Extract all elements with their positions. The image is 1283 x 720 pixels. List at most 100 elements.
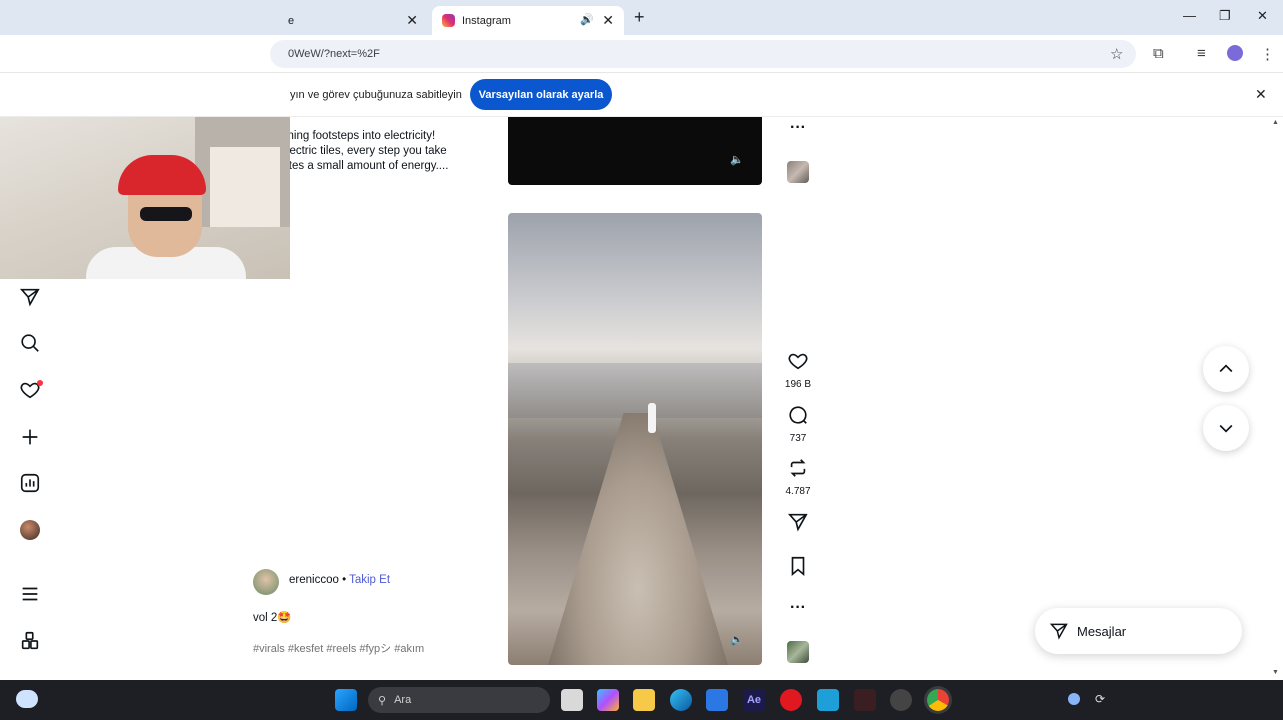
minimize-icon[interactable]: — — [1183, 8, 1196, 23]
close-icon[interactable]: ✕ — [1255, 86, 1267, 103]
reel-caption: vol 2🤩 — [253, 612, 292, 624]
webcam-overlay — [0, 117, 290, 279]
copilot-icon[interactable] — [597, 689, 619, 711]
share-button[interactable] — [784, 511, 812, 538]
menu-icon[interactable]: ⋮ — [1260, 45, 1275, 63]
reel-hashtags[interactable]: #virals #kesfet #reels #fypシ #akım — [253, 640, 424, 656]
repost-count: 4.787 — [785, 486, 811, 497]
taskbar-search[interactable]: ⚲ Ara — [368, 687, 550, 713]
comment-button[interactable]: 737 — [784, 404, 812, 444]
apps-grid-icon — [21, 631, 39, 650]
previous-reel-video[interactable]: 🔈 — [508, 117, 762, 185]
volume-icon[interactable]: 🔈 — [730, 633, 744, 646]
author-username[interactable]: ereniccoo — [289, 574, 339, 586]
webcam-poster — [210, 147, 280, 227]
nav-more[interactable] — [18, 582, 42, 606]
heart-icon — [788, 353, 808, 370]
file-explorer-icon[interactable] — [633, 689, 655, 711]
repost-icon — [790, 459, 806, 477]
like-button[interactable]: 196 B — [784, 350, 812, 390]
like-count: 196 B — [784, 379, 812, 390]
calculator-icon[interactable] — [817, 689, 839, 711]
tab-title: Instagram — [462, 14, 511, 27]
after-effects-icon[interactable]: Ae — [743, 689, 765, 711]
store-icon[interactable] — [706, 689, 728, 711]
task-view-icon[interactable] — [561, 689, 583, 711]
opera-icon[interactable] — [780, 689, 802, 711]
messages-button[interactable]: Mesajlar — [1035, 608, 1242, 654]
paper-plane-icon — [19, 288, 40, 307]
windows-taskbar: ⚲ Ara Ae ⟳ — [0, 680, 1283, 720]
more-options-icon[interactable]: ··· — [784, 599, 812, 617]
windows-start-icon[interactable] — [335, 689, 357, 711]
more-options-icon[interactable]: ··· — [784, 119, 812, 137]
nav-profile[interactable] — [18, 518, 42, 542]
separator-dot: • — [342, 574, 347, 586]
profile-avatar — [20, 520, 40, 540]
browser-toolbar: 0WeW/?next=%2F ☆ ⧉ ≡ ⋮ — [0, 35, 1283, 73]
tab-instagram[interactable]: Instagram 🔊 ✕ — [432, 6, 624, 35]
reel-video[interactable]: 🔈 — [508, 213, 762, 665]
speaker-icon[interactable]: 🔊 — [580, 13, 594, 26]
comment-count: 737 — [789, 433, 807, 444]
tray-icon[interactable] — [1068, 693, 1080, 705]
obs-icon[interactable] — [890, 689, 912, 711]
video-road — [548, 413, 728, 665]
hamburger-menu-icon — [22, 587, 38, 601]
author-avatar[interactable] — [253, 569, 279, 595]
vivaldi-icon[interactable] — [854, 689, 876, 711]
browser-tab-strip: e ✕ Instagram 🔊 ✕ + — ❐ ✕ — [0, 0, 1283, 35]
profile-avatar-icon[interactable] — [1227, 45, 1243, 61]
media-control-icon[interactable]: ≡ — [1197, 45, 1206, 62]
restore-icon[interactable]: ❐ — [1219, 8, 1231, 24]
bookmark-star-icon[interactable]: ☆ — [1110, 45, 1123, 63]
bookmark-icon — [791, 556, 805, 577]
repost-button[interactable]: 4.787 — [784, 457, 812, 497]
address-bar[interactable]: 0WeW/?next=%2F — [270, 40, 1136, 68]
audio-thumbnail[interactable] — [787, 641, 809, 663]
weather-icon[interactable] — [16, 690, 38, 708]
instagram-icon — [442, 14, 455, 27]
search-icon: ⚲ — [378, 694, 387, 707]
paper-plane-icon — [1049, 623, 1068, 640]
tray-icon[interactable]: ⟳ — [1095, 692, 1105, 706]
nav-create[interactable] — [18, 425, 42, 449]
notification-badge — [37, 380, 43, 386]
chrome-icon[interactable] — [927, 689, 949, 711]
new-tab-button[interactable]: + — [634, 7, 645, 28]
default-browser-infobar: yın ve görev çubuğunuza sabitleyin Varsa… — [0, 73, 1283, 117]
close-window-icon[interactable]: ✕ — [1257, 8, 1268, 24]
save-button[interactable] — [784, 555, 812, 582]
tab-title: e — [288, 14, 295, 27]
author-line: ereniccoo • Takip Et — [289, 574, 390, 586]
taskbar-search-placeholder: Ara — [394, 694, 412, 706]
set-default-button[interactable]: Varsayılan olarak ayarla — [470, 79, 612, 110]
instagram-page: n is turning footsteps into electricity!… — [0, 117, 1283, 680]
chevron-down-icon — [1219, 424, 1233, 433]
close-tab-icon[interactable]: ✕ — [406, 12, 418, 29]
edge-icon[interactable] — [670, 689, 692, 711]
paper-plane-icon — [787, 513, 808, 532]
infobar-message: yın ve görev çubuğunuza sabitleyin — [290, 89, 462, 101]
webcam-person-glasses — [140, 207, 192, 221]
nav-messages[interactable] — [18, 285, 42, 309]
scroll-down-icon[interactable]: ▼ — [1272, 669, 1279, 676]
previous-reel-button[interactable] — [1203, 346, 1249, 392]
video-person — [648, 403, 656, 433]
follow-button[interactable]: Takip Et — [349, 574, 390, 586]
next-reel-button[interactable] — [1203, 405, 1249, 451]
close-tab-icon[interactable]: ✕ — [602, 12, 614, 29]
extensions-icon[interactable]: ⧉ — [1153, 45, 1164, 62]
nav-search[interactable] — [18, 331, 42, 355]
video-background — [508, 363, 762, 418]
webcam-person-cap — [118, 155, 206, 195]
volume-icon[interactable]: 🔈 — [730, 153, 744, 166]
nav-dashboard[interactable] — [18, 471, 42, 495]
tab-previous[interactable]: e ✕ — [280, 6, 428, 35]
scroll-up-icon[interactable]: ▲ — [1272, 119, 1279, 126]
dashboard-icon — [20, 473, 40, 493]
plus-icon — [22, 429, 38, 445]
nav-also-from-meta[interactable] — [18, 629, 42, 653]
audio-thumbnail[interactable] — [787, 161, 809, 183]
messages-label: Mesajlar — [1077, 623, 1127, 639]
